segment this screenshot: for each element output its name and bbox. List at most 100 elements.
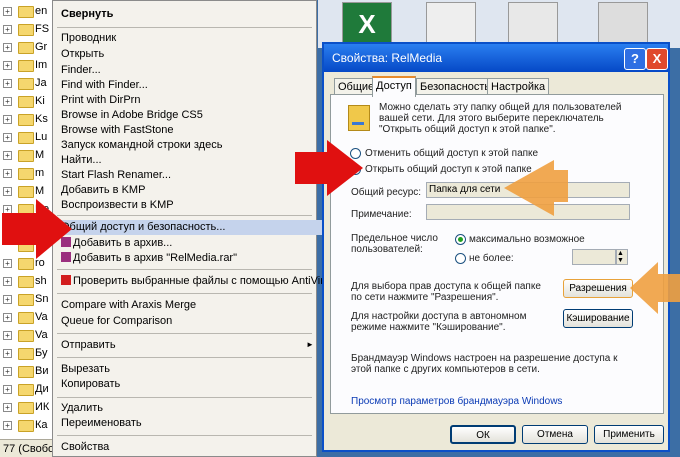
thumbnail-strip: X (318, 0, 680, 48)
menu-item-cmd-here[interactable]: Запуск командной строки здесь (61, 138, 222, 153)
menu-item-find-with-finder[interactable]: Find with Finder... (61, 78, 148, 93)
menu-item-print-dirprn[interactable]: Print with DirPrn (61, 93, 140, 108)
menu-item-explorer[interactable]: Проводник (61, 31, 116, 46)
tree-row-label: ИК (35, 401, 50, 413)
expand-toggle-icon[interactable]: + (3, 133, 12, 142)
permissions-button[interactable]: Разрешения (563, 279, 633, 298)
tree-row[interactable]: + Бу (0, 346, 60, 362)
tree-row[interactable]: + Va (0, 310, 60, 326)
firewall-settings-link[interactable]: Просмотр параметров брандмауэра Windows (351, 396, 562, 407)
menu-separator (57, 293, 312, 294)
tree-row[interactable]: + Im (0, 58, 60, 74)
expand-toggle-icon[interactable]: + (3, 295, 12, 304)
caching-text: режиме нажмите "Кэширование". (351, 322, 506, 333)
menu-item-adobe-bridge[interactable]: Browse in Adobe Bridge CS5 (61, 108, 203, 123)
expand-toggle-icon[interactable]: + (3, 79, 12, 88)
expand-toggle-icon[interactable]: + (3, 61, 12, 70)
menu-item-antivir[interactable]: Проверить выбранные файлы с помощью Anti… (61, 274, 324, 289)
tree-row[interactable]: + M (0, 148, 60, 164)
expand-toggle-icon[interactable]: + (3, 97, 12, 106)
tree-row[interactable]: + FS (0, 22, 60, 38)
menu-item-collapse[interactable]: Свернуть (61, 7, 113, 22)
expand-toggle-icon[interactable]: + (3, 421, 12, 430)
excel-thumbnail-icon[interactable]: X (342, 2, 392, 46)
menu-separator (57, 435, 312, 436)
tree-row[interactable]: + sh (0, 274, 60, 290)
expand-toggle-icon[interactable]: + (3, 7, 12, 16)
antivir-icon (61, 275, 71, 285)
folder-icon (18, 384, 34, 396)
apply-button[interactable]: Применить (594, 425, 664, 444)
tree-row[interactable]: + m (0, 166, 60, 182)
expand-toggle-icon[interactable]: + (3, 169, 12, 178)
ok-button[interactable]: ОК (450, 425, 516, 444)
expand-toggle-icon[interactable]: + (3, 331, 12, 340)
cancel-button[interactable]: Отмена (522, 425, 588, 444)
expand-toggle-icon[interactable]: + (3, 349, 12, 358)
menu-item-queue-comparison[interactable]: Queue for Comparison (61, 314, 172, 329)
tree-row[interactable]: + Ка (0, 418, 60, 434)
expand-toggle-icon[interactable]: + (3, 367, 12, 376)
tree-row[interactable]: + Va (0, 328, 60, 344)
limit-users-label: не более: (469, 253, 514, 264)
close-button[interactable]: X (646, 48, 668, 70)
menu-item-rename[interactable]: Переименовать (61, 416, 142, 431)
menu-item-sharing-security[interactable]: Общий доступ и безопасность... (54, 220, 322, 235)
tree-row[interactable]: + Ди (0, 382, 60, 398)
tree-row-label: Ка (35, 419, 48, 431)
menu-separator (57, 27, 312, 28)
firewall-text: этой папке с других компьютеров в сети. (351, 364, 540, 375)
tree-row-label: Lu (35, 131, 48, 143)
expand-toggle-icon[interactable]: + (3, 277, 12, 286)
map-thumbnail[interactable] (598, 2, 648, 46)
shared-folder-icon (348, 105, 370, 131)
menu-item-add-archive-rar[interactable]: Добавить в архив "RelMedia.rar" (61, 251, 237, 266)
tab-customize[interactable]: Настройка (487, 78, 550, 95)
tree-row[interactable]: + Ki (0, 94, 60, 110)
menu-item-araxis-compare[interactable]: Compare with Araxis Merge (61, 298, 196, 313)
menu-item-properties[interactable]: Свойства (61, 440, 109, 455)
tree-row[interactable]: + ИК (0, 400, 60, 416)
folder-icon (18, 276, 34, 288)
screenshot-thumbnail[interactable] (426, 2, 476, 46)
menu-item-faststone[interactable]: Browse with FastStone (61, 123, 174, 138)
radio-limit-users[interactable] (455, 253, 466, 264)
tree-row[interactable]: + Sn (0, 292, 60, 308)
tree-row[interactable]: + Ja (0, 76, 60, 92)
help-button[interactable]: ? (624, 48, 646, 70)
tree-row-label: Va (35, 329, 48, 341)
expand-toggle-icon[interactable]: + (3, 25, 12, 34)
tree-row-label: Ви (35, 365, 49, 377)
menu-item-flash-renamer[interactable]: Start Flash Renamer... (61, 168, 171, 183)
menu-item-copy[interactable]: Копировать (61, 377, 120, 392)
expand-toggle-icon[interactable]: + (3, 403, 12, 412)
tree-row[interactable]: + en (0, 4, 60, 20)
expand-toggle-icon[interactable]: + (3, 115, 12, 124)
permissions-text: по сети нажмите "Разрешения". (351, 292, 499, 303)
user-count-spinner[interactable] (572, 249, 616, 265)
tree-row[interactable]: + Ks (0, 112, 60, 128)
tree-row-label: FS (35, 23, 50, 35)
expand-toggle-icon[interactable]: + (3, 151, 12, 160)
expand-toggle-icon[interactable]: + (3, 43, 12, 52)
folder-icon (18, 348, 34, 360)
tab-security[interactable]: Безопасность (416, 78, 495, 95)
expand-toggle-icon[interactable]: + (3, 313, 12, 322)
menu-item-open[interactable]: Открыть (61, 47, 104, 62)
tab-sharing[interactable]: Доступ (372, 76, 416, 97)
radio-max-users[interactable] (455, 234, 466, 245)
tree-row[interactable]: + Gr (0, 40, 60, 56)
expand-toggle-icon[interactable]: + (3, 385, 12, 394)
menu-item-delete[interactable]: Удалить (61, 401, 103, 416)
tree-row-label: Va (35, 311, 48, 323)
menu-item-send-to[interactable]: Отправить (61, 338, 116, 353)
screenshot-thumbnail[interactable] (508, 2, 558, 46)
tree-row[interactable]: + Lu (0, 130, 60, 146)
menu-item-search[interactable]: Найти... (61, 153, 102, 168)
folder-icon (18, 150, 34, 162)
caching-button[interactable]: Кэширование (563, 309, 633, 328)
tree-row[interactable]: + Ви (0, 364, 60, 380)
menu-item-finder[interactable]: Finder... (61, 63, 101, 78)
menu-item-cut[interactable]: Вырезать (61, 362, 110, 377)
spinner-arrows-icon[interactable]: ▲ ▼ (616, 249, 628, 265)
